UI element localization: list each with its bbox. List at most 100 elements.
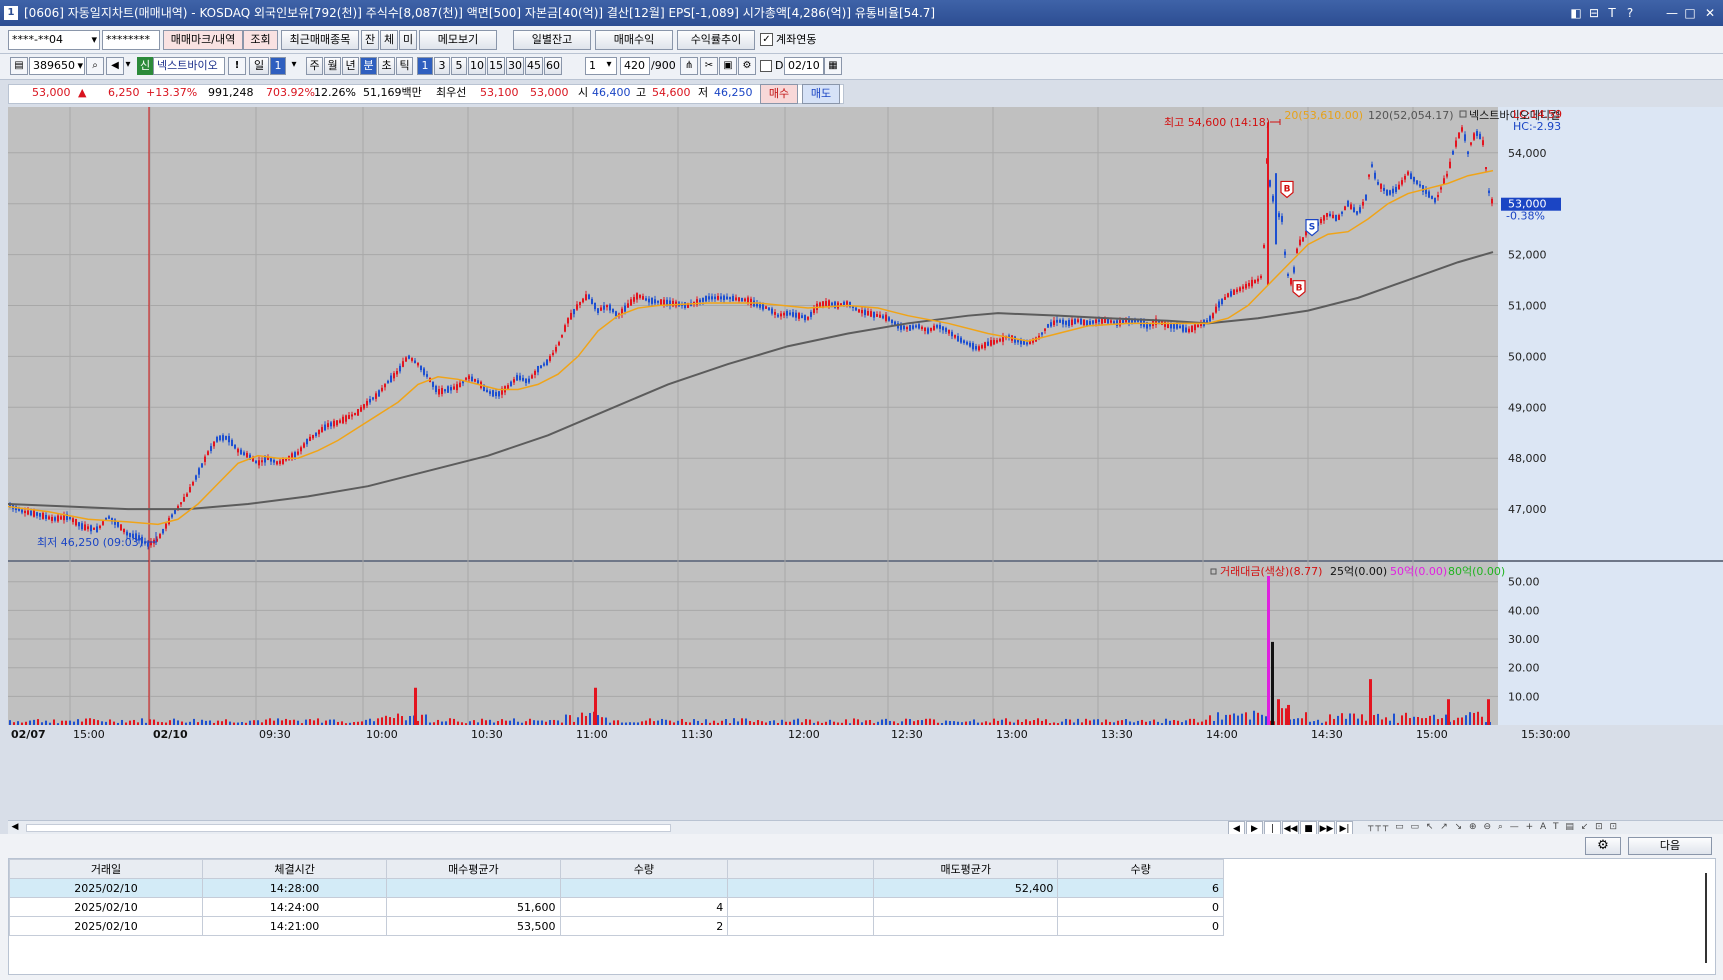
period-1-button[interactable]: 월 <box>324 57 341 75</box>
trade-profit-button[interactable]: 매매수익 <box>595 30 673 50</box>
candle-body <box>828 300 830 307</box>
query-button[interactable]: 조회 <box>243 30 278 50</box>
volume-bar <box>941 723 943 725</box>
chevron-down-icon[interactable]: ▾ <box>600 57 618 75</box>
maximize-icon[interactable]: □ <box>1682 5 1698 21</box>
layout-icon[interactable]: ◧ <box>1568 5 1584 21</box>
unexecuted-button[interactable]: 미 <box>399 30 417 50</box>
password-field[interactable]: ******** <box>102 30 160 50</box>
next-button[interactable]: 다음 <box>1628 837 1712 855</box>
volume-bar <box>397 713 399 725</box>
search-icon[interactable]: ⌕ <box>86 57 104 75</box>
chevron-down-icon[interactable]: ▾ <box>122 57 134 75</box>
minute-3-button[interactable]: 3 <box>434 57 450 75</box>
return-trend-button[interactable]: 수익률추이 <box>677 30 755 50</box>
minute-45-button[interactable]: 45 <box>525 57 543 75</box>
gear-icon[interactable]: ⚙ <box>1585 837 1621 855</box>
nav-0-icon[interactable]: ◀ <box>1228 821 1245 835</box>
scroll-left-icon[interactable]: ◀ <box>8 822 22 834</box>
vertical-scrollbar[interactable] <box>1705 873 1707 963</box>
stock-code-input[interactable]: 389650 ▾ <box>29 57 85 75</box>
nav-5-icon[interactable]: ▶▶ <box>1318 821 1335 835</box>
candle-body <box>588 294 590 300</box>
candle-body <box>1044 328 1046 331</box>
account-link-checkbox[interactable]: ✓ <box>760 33 773 46</box>
day-button[interactable]: 일 <box>249 57 269 75</box>
font-icon[interactable]: T <box>1604 5 1620 21</box>
count-input[interactable]: 420 <box>620 57 650 75</box>
day-value[interactable]: 1 <box>270 57 286 75</box>
table-row[interactable]: 2025/02/10 14:21:00 53,500 2 0 <box>9 916 1224 936</box>
volume-bar <box>149 719 151 725</box>
daily-balance-button[interactable]: 일별잔고 <box>513 30 591 50</box>
close-icon[interactable]: ✕ <box>1702 5 1718 21</box>
gear-icon[interactable]: ⚙ <box>738 57 756 75</box>
chevron-down-icon[interactable]: ▾ <box>287 57 301 75</box>
warning-button[interactable]: ! <box>228 57 246 75</box>
table-cell <box>727 897 875 917</box>
minute-15-button[interactable]: 15 <box>487 57 505 75</box>
price-chart[interactable]: 54,00053,00052,00051,00050,00049,00048,0… <box>8 107 1723 820</box>
minimize-icon[interactable]: — <box>1664 5 1680 21</box>
nav-2-icon[interactable]: |◀◀ <box>1264 821 1281 848</box>
minute-60-button[interactable]: 60 <box>544 57 562 75</box>
column-header[interactable]: 체결시간 <box>201 859 388 879</box>
minute-10-button[interactable]: 10 <box>468 57 486 75</box>
nav-4-icon[interactable]: ■ <box>1300 821 1317 835</box>
recent-trades-button[interactable]: 최근매매종목 <box>281 30 359 50</box>
memo-button[interactable]: 메모보기 <box>419 30 497 50</box>
date-input[interactable]: 02/10 <box>784 57 824 75</box>
column-header[interactable]: 거래일 <box>9 859 203 879</box>
sell-button[interactable]: 매도 <box>802 84 840 104</box>
nav-3-icon[interactable]: ◀◀ <box>1282 821 1299 835</box>
period-0-button[interactable]: 주 <box>306 57 323 75</box>
candle-body <box>381 387 383 392</box>
calendar-icon[interactable]: ▦ <box>824 57 842 75</box>
candle-body <box>759 304 761 308</box>
split-icon[interactable]: ⊟ <box>1586 5 1602 21</box>
minute-5-button[interactable]: 5 <box>451 57 467 75</box>
scissors-icon[interactable]: ✂ <box>700 57 718 75</box>
minute-30-button[interactable]: 30 <box>506 57 524 75</box>
column-header[interactable]: 매수평균가 <box>386 859 561 879</box>
chart-scrollbar[interactable]: ◀ ◀▶|◀◀◀◀■▶▶▶| ┬┬┬ ▭ ▭ ↖ ↗ ↘ ⊕ ⊖ ⌕ — + A… <box>8 820 1723 848</box>
nav-6-icon[interactable]: ▶| <box>1336 821 1353 835</box>
panel-icon[interactable]: ▤ <box>10 57 28 75</box>
period-4-button[interactable]: 초 <box>378 57 395 75</box>
volume-bar <box>33 719 35 725</box>
buy-button[interactable]: 매수 <box>760 84 798 104</box>
minute-1-button[interactable]: 1 <box>417 57 433 75</box>
help-icon[interactable]: ? <box>1622 5 1638 21</box>
column-header[interactable] <box>727 859 875 879</box>
volume-bar <box>229 721 231 725</box>
scroll-thumb[interactable] <box>26 824 671 832</box>
candle-body <box>477 380 479 384</box>
candle-body <box>507 385 509 389</box>
volume-bar <box>1161 723 1163 725</box>
candle-body <box>1329 213 1331 217</box>
volume-bar <box>793 719 795 725</box>
candle-icon[interactable]: ⋔ <box>680 57 698 75</box>
executed-button[interactable]: 체 <box>380 30 398 50</box>
period-5-button[interactable]: 틱 <box>396 57 413 75</box>
account-select[interactable]: ****-**04 ▾ <box>8 30 100 50</box>
volume-bar <box>753 722 755 725</box>
nav-1-icon[interactable]: ▶ <box>1246 821 1263 835</box>
column-header[interactable]: 수량 <box>559 859 729 879</box>
period-2-button[interactable]: 년 <box>342 57 359 75</box>
volume-bar <box>1213 720 1215 725</box>
date-checkbox[interactable] <box>760 60 772 72</box>
candle-body <box>120 524 122 531</box>
column-header[interactable]: 수량 <box>1057 859 1224 879</box>
stock-name[interactable]: 넥스트바이오 <box>153 57 225 75</box>
trade-mark-button[interactable]: 매매마크/내역 <box>163 30 243 50</box>
candle-body <box>534 370 536 375</box>
volume-bar <box>833 721 835 725</box>
drawing-tools[interactable]: ┬┬┬ ▭ ▭ ↖ ↗ ↘ ⊕ ⊖ ⌕ — + A T ▤ ↙ ⊡ ⊡ <box>1368 822 1708 834</box>
period-3-button[interactable]: 분 <box>360 57 377 75</box>
column-header[interactable]: 매도평균가 <box>873 859 1059 879</box>
balance-button[interactable]: 잔 <box>361 30 379 50</box>
table-row[interactable]: 2025/02/10 14:24:00 51,600 4 0 <box>9 897 1224 917</box>
save-icon[interactable]: ▣ <box>719 57 737 75</box>
table-row[interactable]: 2025/02/10 14:28:00 52,400 6 <box>9 878 1224 898</box>
